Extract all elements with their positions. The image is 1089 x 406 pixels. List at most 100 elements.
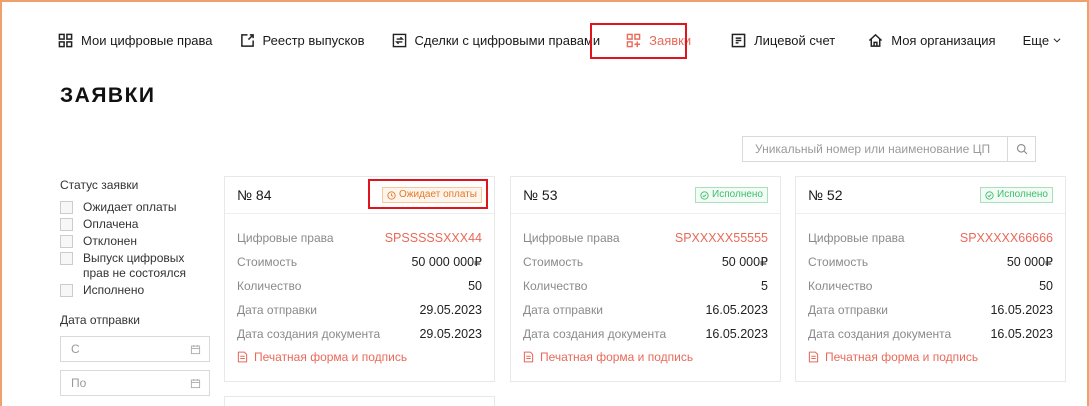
page-title: ЗАЯВКИ: [60, 84, 156, 107]
field-value: 29.05.2023: [419, 327, 482, 341]
field-label: Цифровые права: [808, 231, 905, 245]
active-nav-highlight: [590, 23, 687, 59]
application-card-84[interactable]: № 84 Ожидает оплаты Цифровые права SPSSSS…: [224, 176, 495, 382]
application-card-partial[interactable]: [224, 396, 495, 406]
status-badge-highlight: [368, 179, 488, 209]
nav-label: Моя организация: [891, 32, 996, 48]
field-label: Количество: [808, 279, 873, 293]
field-quantity: Количество 50: [808, 276, 1053, 296]
field-label: Стоимость: [237, 255, 298, 269]
field-label: Цифровые права: [237, 231, 334, 245]
date-to-field[interactable]: По: [60, 370, 210, 396]
field-label: Дата создания документа: [237, 327, 381, 341]
field-value: 50 000₽: [1006, 255, 1053, 269]
nav-issues-registry[interactable]: Реестр выпусков: [240, 30, 365, 50]
application-card-53[interactable]: № 53 Исполнено Цифровые права SPXXXXX5555…: [510, 176, 781, 382]
checkbox-label: Ожидает оплаты: [83, 200, 177, 214]
checkbox[interactable]: [60, 235, 73, 248]
field-quantity: Количество 5: [523, 276, 768, 296]
field-cost: Стоимость 50 000₽: [808, 252, 1053, 272]
checkbox[interactable]: [60, 218, 73, 231]
print-form-link[interactable]: Печатная форма и подпись: [808, 348, 1053, 366]
home-icon: [869, 33, 883, 47]
swap-square-icon: [392, 33, 406, 47]
application-card-52[interactable]: № 52 Исполнено Цифровые права SPXXXXX6666…: [795, 176, 1066, 382]
rights-link[interactable]: SPSSSSSXXX44: [385, 228, 482, 248]
card-body: Цифровые права SPXXXXX66666 Стоимость 50 0…: [796, 214, 1065, 366]
field-label: Дата создания документа: [523, 327, 667, 341]
card-number: № 52: [808, 187, 843, 203]
document-icon: [237, 351, 248, 363]
status-filter-rejected[interactable]: Отклонен: [60, 234, 220, 249]
nav-my-organization[interactable]: Моя организация: [868, 30, 996, 50]
field-value: 50: [468, 279, 482, 293]
filter-panel: Статус заявки Ожидает оплаты Оплачена От…: [60, 178, 220, 404]
status-filter-completed[interactable]: Исполнено: [60, 283, 220, 298]
document-icon: [808, 351, 819, 363]
search-button[interactable]: [1007, 137, 1035, 161]
field-doc-date: Дата создания документа 16.05.2023: [523, 324, 768, 344]
card-header: № 52 Исполнено: [796, 177, 1065, 214]
document-icon: [523, 351, 534, 363]
field-value: 16.05.2023: [705, 327, 768, 341]
checkbox-label: Исполнено: [83, 283, 145, 297]
nav-label: Реестр выпусков: [262, 32, 365, 48]
field-rights: Цифровые права SPXXXXX66666: [808, 228, 1053, 248]
status-filter-pending[interactable]: Ожидает оплаты: [60, 200, 220, 215]
top-navigation: Мои цифровые права Реестр выпусков Сделк…: [58, 30, 1062, 50]
account-card-icon: [731, 33, 746, 47]
status-text: Исполнено: [712, 189, 763, 200]
nav-personal-account[interactable]: Лицевой счет: [731, 30, 835, 50]
date-filter-heading: Дата отправки: [60, 313, 140, 327]
edit-square-icon: [240, 33, 254, 47]
calendar-icon: [190, 378, 201, 388]
card-header: № 53 Исполнено: [511, 177, 780, 214]
card-body: Цифровые права SPSSSSSXXX44 Стоимость 50 0…: [225, 214, 494, 366]
nav-label: Еще: [1022, 32, 1050, 48]
checkbox-label: Отклонен: [83, 234, 137, 248]
rights-link[interactable]: SPXXXXX55555: [675, 228, 768, 248]
status-filter-heading: Статус заявки: [60, 178, 139, 192]
field-value: 50: [1039, 279, 1053, 293]
nav-my-digital-rights[interactable]: Мои цифровые права: [58, 30, 213, 50]
status-filter-paid[interactable]: Оплачена: [60, 217, 220, 232]
date-to-placeholder: По: [71, 376, 87, 390]
check-circle-icon: [700, 190, 709, 200]
checkbox-label: Выпуск цифровых прав не состоялся: [83, 251, 187, 280]
nav-more[interactable]: Еще: [1023, 30, 1062, 50]
check-circle-icon: [985, 190, 994, 200]
checkbox[interactable]: [60, 252, 73, 265]
card-number: № 84: [237, 187, 272, 203]
print-form-link[interactable]: Печатная форма и подпись: [523, 348, 768, 366]
status-text: Исполнено: [997, 189, 1048, 200]
field-rights: Цифровые права SPXXXXX55555: [523, 228, 768, 248]
field-label: Стоимость: [523, 255, 584, 269]
field-sent-date: Дата отправки 29.05.2023: [237, 300, 482, 320]
status-filter-issue-failed[interactable]: Выпуск цифровых прав не состоялся: [60, 251, 220, 281]
field-quantity: Количество 50: [237, 276, 482, 296]
field-label: Цифровые права: [523, 231, 620, 245]
field-label: Дата отправки: [808, 303, 888, 317]
field-value: 29.05.2023: [419, 303, 482, 317]
nav-digital-rights-deals[interactable]: Сделки с цифровыми правами: [392, 30, 600, 50]
search-icon: [1016, 143, 1027, 155]
search-input[interactable]: [743, 137, 1007, 161]
field-doc-date: Дата создания документа 16.05.2023: [808, 324, 1053, 344]
print-form-label: Печатная форма и подпись: [540, 350, 694, 364]
date-from-field[interactable]: С: [60, 336, 210, 362]
field-label: Стоимость: [808, 255, 869, 269]
checkbox[interactable]: [60, 201, 73, 214]
status-badge: Исполнено: [695, 187, 768, 203]
field-value: 16.05.2023: [705, 303, 768, 317]
field-doc-date: Дата создания документа 29.05.2023: [237, 324, 482, 344]
field-cost: Стоимость 50 000 000₽: [237, 252, 482, 272]
field-label: Количество: [237, 279, 302, 293]
card-number: № 53: [523, 187, 558, 203]
chevron-down-icon: [1053, 38, 1061, 43]
checkbox[interactable]: [60, 284, 73, 297]
field-value: 50 000 000₽: [411, 255, 482, 269]
print-form-link[interactable]: Печатная форма и подпись: [237, 348, 482, 366]
rights-link[interactable]: SPXXXXX66666: [960, 228, 1053, 248]
field-value: 16.05.2023: [990, 303, 1053, 317]
field-cost: Стоимость 50 000₽: [523, 252, 768, 272]
